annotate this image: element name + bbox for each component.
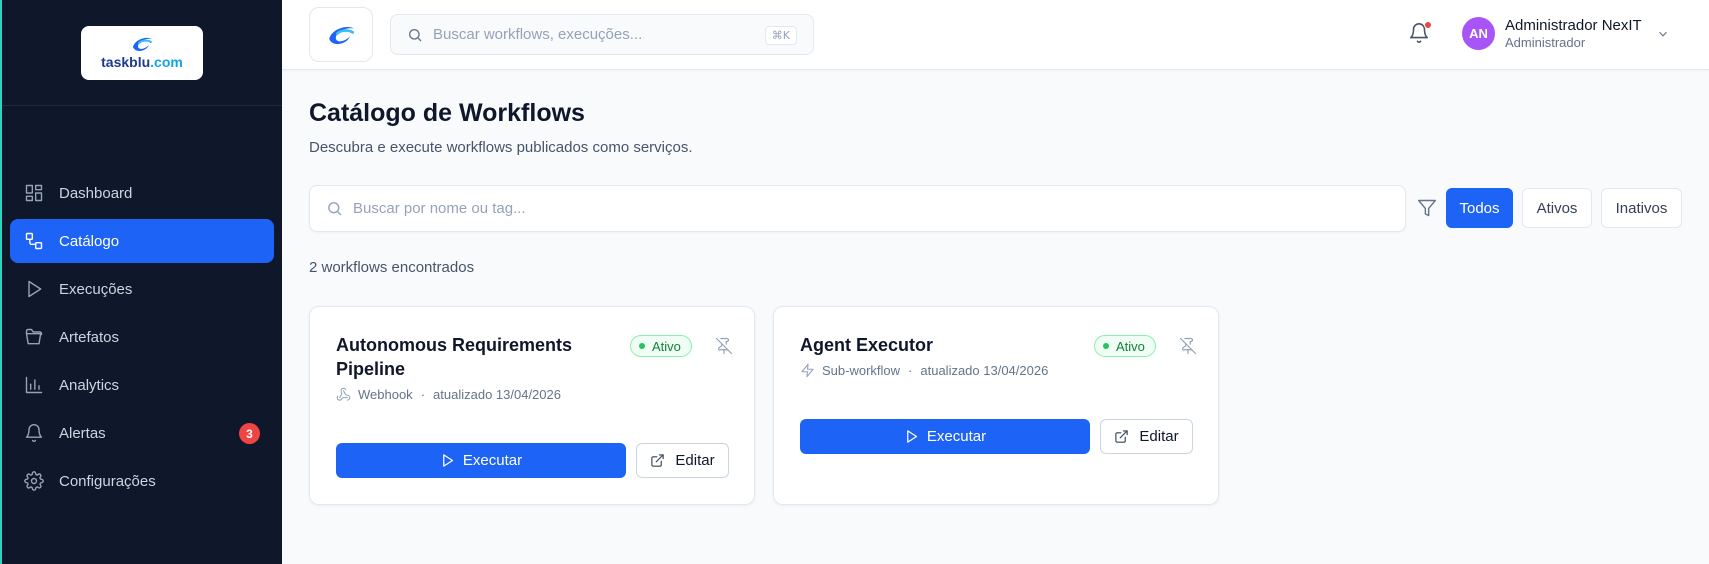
play-icon [907,430,918,443]
folder-icon [25,328,43,345]
user-menu[interactable]: AN Administrador NexIT Administrador [1462,17,1670,50]
bell-icon [25,424,43,443]
sidebar-item-label: Execuções [59,280,133,298]
trigger-type: Sub-workflow [822,363,901,378]
sidebar-item-label: Analytics [59,376,120,394]
workflow-meta: Sub-workflow · atualizado 13/04/2026 [800,363,1048,378]
search-icon [328,202,342,216]
trigger-type: Webhook [358,387,413,402]
taskblu-swirl-icon [329,26,355,44]
sidebar-item-label: Alertas [59,424,106,442]
status-dot [1103,343,1109,349]
page-subtitle: Descubra e execute workflows publicados … [309,139,693,156]
filter-active-button[interactable]: Ativos [1522,188,1592,228]
workflow-card[interactable]: Agent Executor Ativo Sub-workflow · atua… [773,306,1219,505]
gear-icon [24,471,44,491]
meta-separator: · [908,363,913,378]
notification-dot [1424,21,1432,29]
catalog-icon [25,232,43,250]
catalog-search-input[interactable] [353,200,1253,217]
sidebar-item-executions[interactable]: Execuções [10,267,274,311]
search-shortcut-hint: ⌘K [764,26,797,45]
logo-area: taskblu.com [2,0,282,106]
sidebar-item-settings[interactable]: Configurações [10,459,274,503]
user-info: Administrador NexIT Administrador [1505,17,1642,50]
sidebar-item-artifacts[interactable]: Artefatos [10,315,274,359]
user-name: Administrador NexIT [1505,17,1642,34]
chevron-down-icon [1658,31,1667,37]
results-count: 2 workflows encontrados [309,259,475,276]
filter-icon [1417,199,1437,217]
workflow-card[interactable]: Autonomous Requirements Pipeline Ativo W… [309,306,755,505]
alerts-count-badge: 3 [239,423,260,444]
notifications-button[interactable] [1408,21,1432,46]
search-icon [409,28,422,41]
external-link-icon [1115,430,1129,443]
lightning-icon [801,363,814,378]
global-search-input[interactable] [433,26,753,43]
sidebar-item-catalog[interactable]: Catálogo [10,219,274,263]
play-icon [443,454,454,467]
status-badge: Ativo [630,335,692,357]
edit-workflow-button[interactable]: Editar [1100,419,1193,454]
catalog-search[interactable] [309,185,1406,232]
global-search[interactable]: ⌘K [390,14,814,55]
run-workflow-button[interactable]: Executar [800,419,1090,454]
sidebar-item-alerts[interactable]: Alertas 3 [10,411,274,455]
play-icon [28,280,42,298]
sidebar-item-label: Configurações [59,472,156,490]
sidebar-item-dashboard[interactable]: Dashboard [10,171,274,215]
webhook-icon [336,387,351,401]
status-dot [639,343,645,349]
topbar: ⌘K AN Administrador NexIT Administrador [282,0,1709,70]
meta-separator: · [420,387,426,402]
sidebar-item-label: Catálogo [59,232,120,250]
brand-home-button[interactable] [309,7,373,62]
sidebar-item-label: Artefatos [59,328,120,346]
external-link-icon [651,454,665,467]
taskblu-swirl-icon [133,37,152,51]
dashboard-icon [25,184,43,202]
run-workflow-button[interactable]: Executar [336,443,626,478]
edit-workflow-button[interactable]: Editar [636,443,729,478]
sidebar-item-label: Dashboard [59,184,133,202]
user-role: Administrador [1505,35,1586,50]
bar-chart-icon [25,376,43,394]
page-title: Catálogo de Workflows [309,99,585,127]
logo-text: taskblu.com [101,54,183,70]
updated-date: atualizado 13/04/2026 [433,387,561,402]
avatar: AN [1462,17,1495,50]
sidebar-nav: Dashboard Catálogo Execuções Artefatos A… [2,106,282,507]
status-badge: Ativo [1094,335,1156,357]
filter-inactive-button[interactable]: Inativos [1601,188,1682,228]
taskblu-logo[interactable]: taskblu.com [81,25,203,80]
workflow-title: Autonomous Requirements Pipeline [336,335,573,379]
workflow-meta: Webhook · atualizado 13/04/2026 [336,387,561,402]
pin-off-icon[interactable] [1179,337,1197,355]
pin-off-icon[interactable] [715,337,733,355]
sidebar: taskblu.com Dashboard Catálogo Execuções… [0,0,282,564]
updated-date: atualizado 13/04/2026 [920,363,1049,378]
filter-all-button[interactable]: Todos [1446,188,1513,228]
sidebar-item-analytics[interactable]: Analytics [10,363,274,407]
workflow-title: Agent Executor [800,335,934,355]
